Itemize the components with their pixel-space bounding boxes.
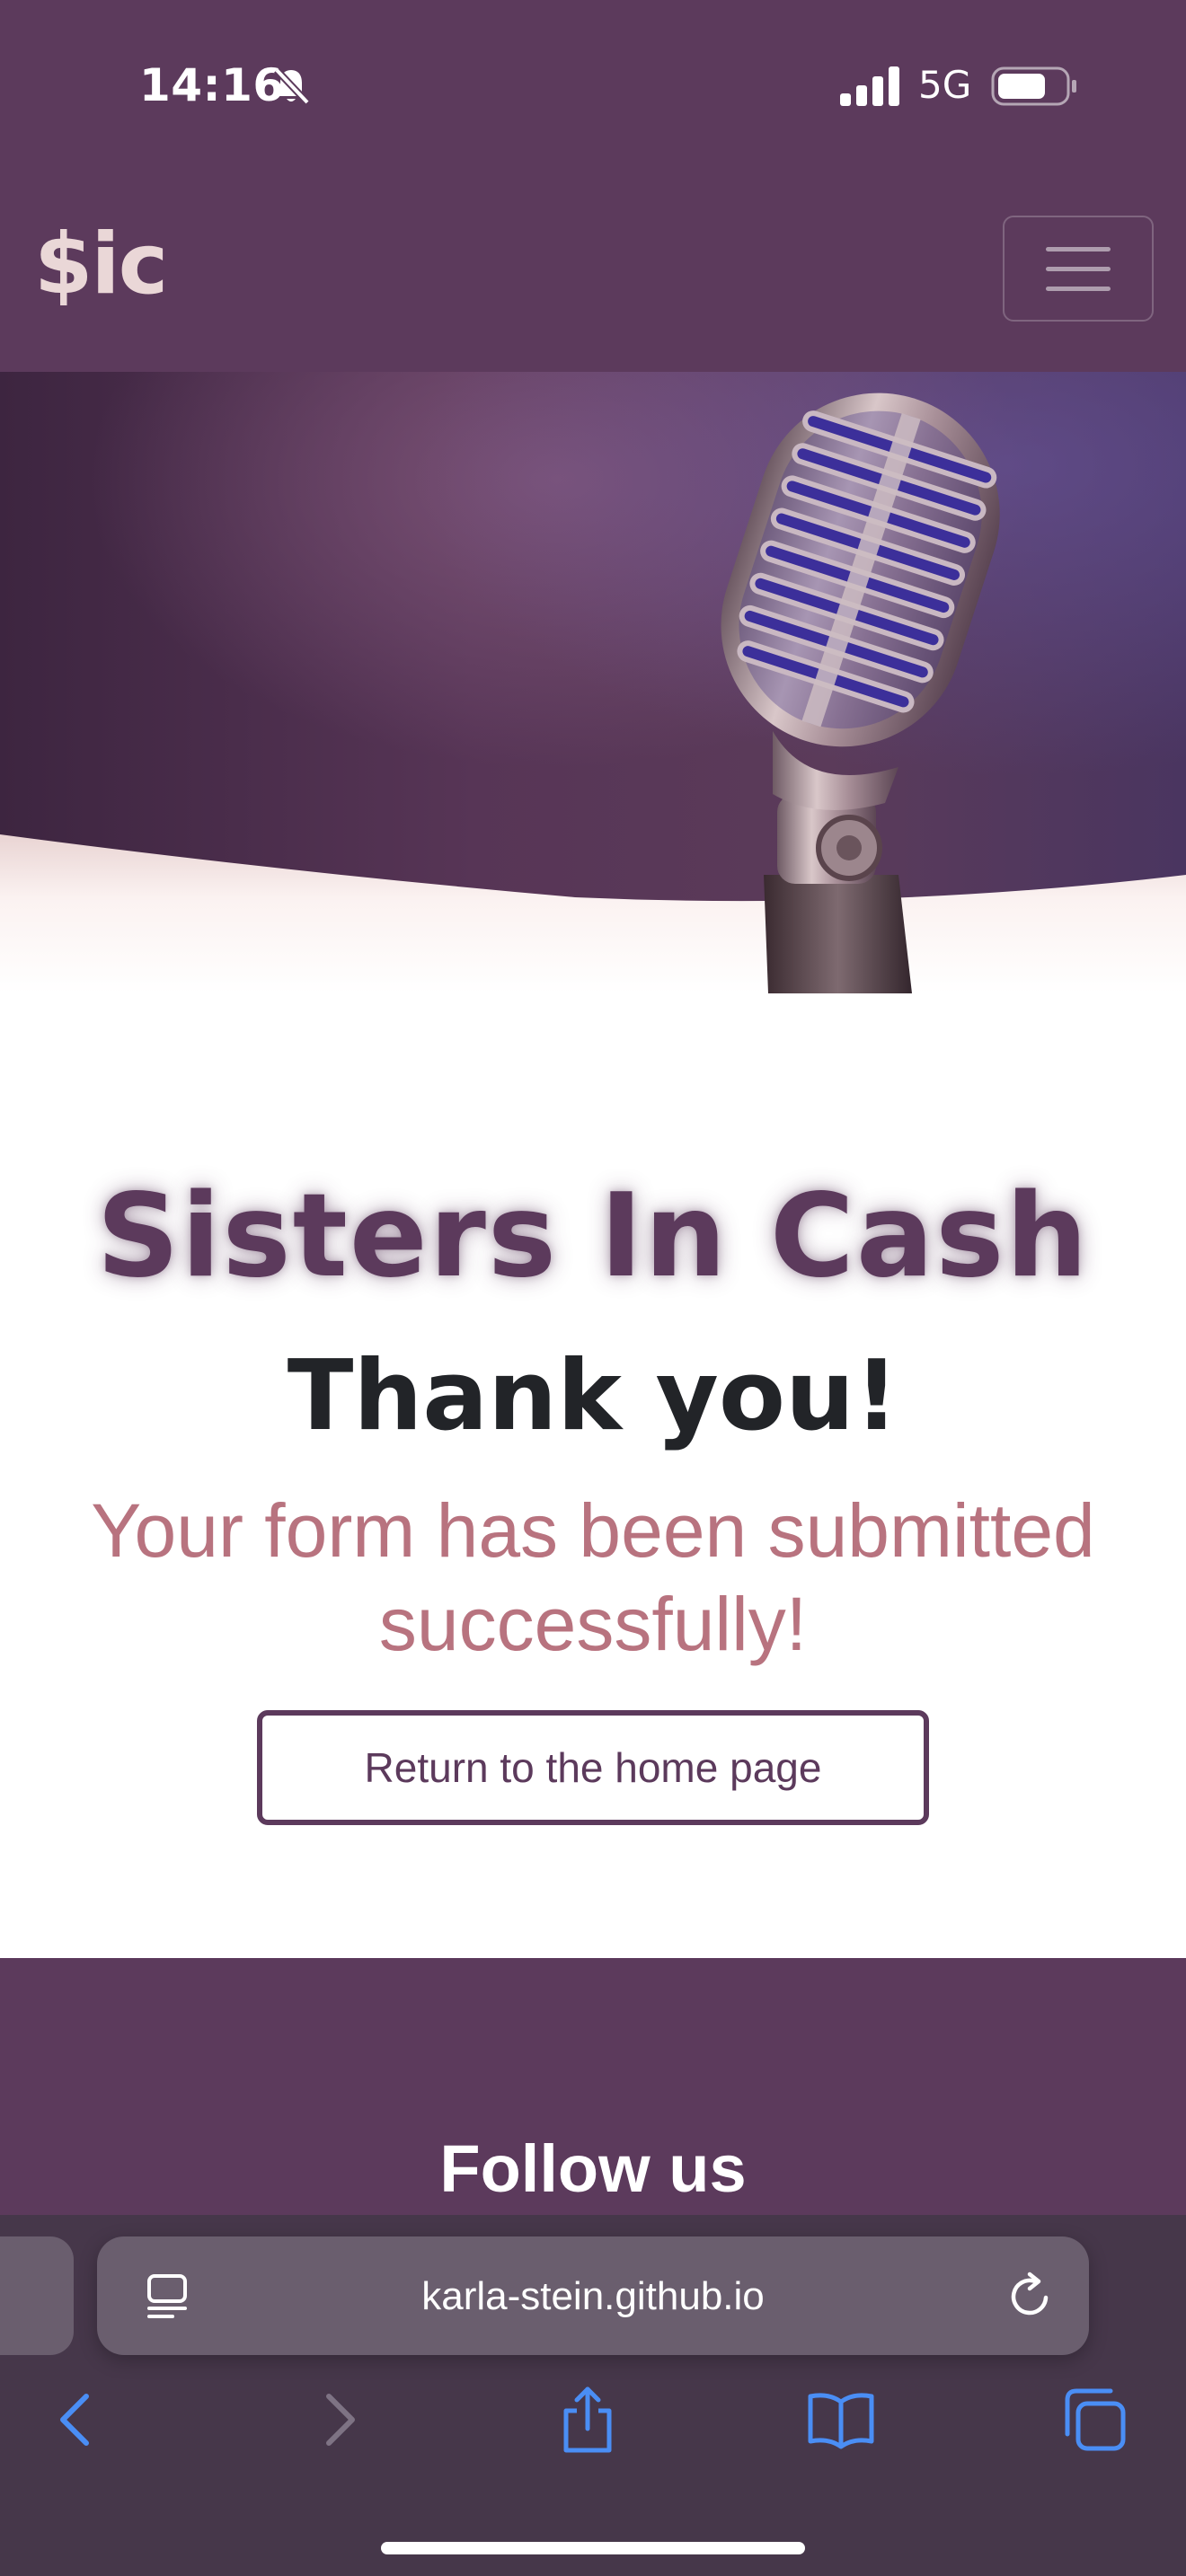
battery-icon [991,66,1076,106]
url-text: karla-stein.github.io [421,2274,765,2318]
address-bar[interactable]: karla-stein.github.io [97,2236,1089,2355]
back-icon[interactable] [41,2384,113,2456]
network-label: 5G [918,63,972,107]
top-navbar: 14:16 5G $ic [0,0,1186,372]
hero-image [0,372,1186,993]
brand-logo[interactable]: $ic [34,216,168,313]
page: 14:16 5G $ic Sisters In Cash Thank you! … [0,0,1186,2576]
return-home-button[interactable]: Return to the home page [257,1710,929,1825]
site-title: Sisters In Cash [96,1169,1090,1303]
main-content: Sisters In Cash Thank you! Your form has… [0,993,1186,1958]
reload-icon[interactable] [1005,2271,1055,2321]
share-icon[interactable] [552,2384,624,2456]
bell-slash-icon [274,67,310,105]
footer: Follow us [0,1958,1186,2217]
microphone-illustration [0,372,1186,993]
bookmarks-icon[interactable] [805,2384,877,2456]
tabs-icon[interactable] [1058,2384,1130,2456]
status-time: 14:16 [139,59,285,111]
success-message: Your form has been submitted successfull… [91,1488,1095,1666]
previous-tab-preview[interactable] [0,2236,74,2355]
home-indicator[interactable] [381,2542,805,2554]
forward-icon[interactable] [302,2384,374,2456]
thank-you-heading: Thank you! [287,1340,899,1452]
follow-us-heading: Follow us [439,2131,747,2206]
signal-icon [840,66,899,106]
hamburger-icon [1046,246,1111,251]
menu-toggle-button[interactable] [1003,216,1154,322]
browser-toolbar: karla-stein.github.io [0,2215,1186,2576]
